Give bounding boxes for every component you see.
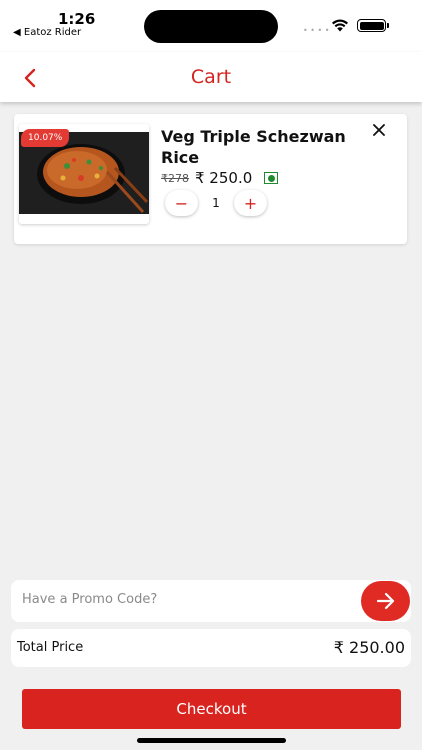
checkout-button[interactable]: Checkout: [22, 689, 401, 729]
veg-indicator-icon: [264, 172, 279, 184]
remove-item-close-icon[interactable]: [371, 122, 387, 138]
decrease-quantity-button[interactable]: −: [165, 190, 198, 216]
battery-icon: [357, 19, 386, 32]
total-price-label: Total Price: [17, 640, 84, 655]
promo-code-input[interactable]: [22, 592, 342, 607]
total-price-row: Total Price ₹ 250.00: [11, 629, 411, 667]
battery-cap: [387, 23, 389, 28]
app-header: Cart: [0, 52, 422, 102]
increase-quantity-button[interactable]: +: [234, 190, 267, 216]
discounted-price: ₹ 250.0: [195, 169, 253, 187]
discount-badge: 10.07%: [21, 129, 70, 147]
arrow-right-icon: [376, 592, 394, 610]
apply-promo-button[interactable]: [361, 581, 410, 621]
cellular-signal-icon: • • • •: [303, 26, 330, 35]
item-name: Veg Triple Schezwan Rice: [161, 127, 346, 167]
home-indicator[interactable]: [137, 738, 286, 743]
back-to-app-link[interactable]: ◀ Eatoz Rider: [13, 27, 81, 38]
original-price: ₹278: [161, 171, 189, 185]
quantity-stepper: − 1 +: [165, 190, 267, 216]
price-row: ₹278 ₹ 250.0: [161, 169, 279, 187]
total-price-value: ₹ 250.00: [333, 638, 405, 657]
cart-item-card: 10.07% Veg Triple Schezwan Rice ₹278 ₹ 2…: [14, 114, 407, 244]
status-time: 1:26: [58, 10, 96, 28]
status-bar: 1:26 ◀ Eatoz Rider • • • •: [0, 0, 422, 52]
quantity-value: 1: [212, 196, 220, 210]
page-title: Cart: [190, 66, 232, 88]
dynamic-island: [144, 10, 278, 43]
promo-code-bar: [11, 580, 411, 622]
wifi-icon: [332, 19, 348, 32]
